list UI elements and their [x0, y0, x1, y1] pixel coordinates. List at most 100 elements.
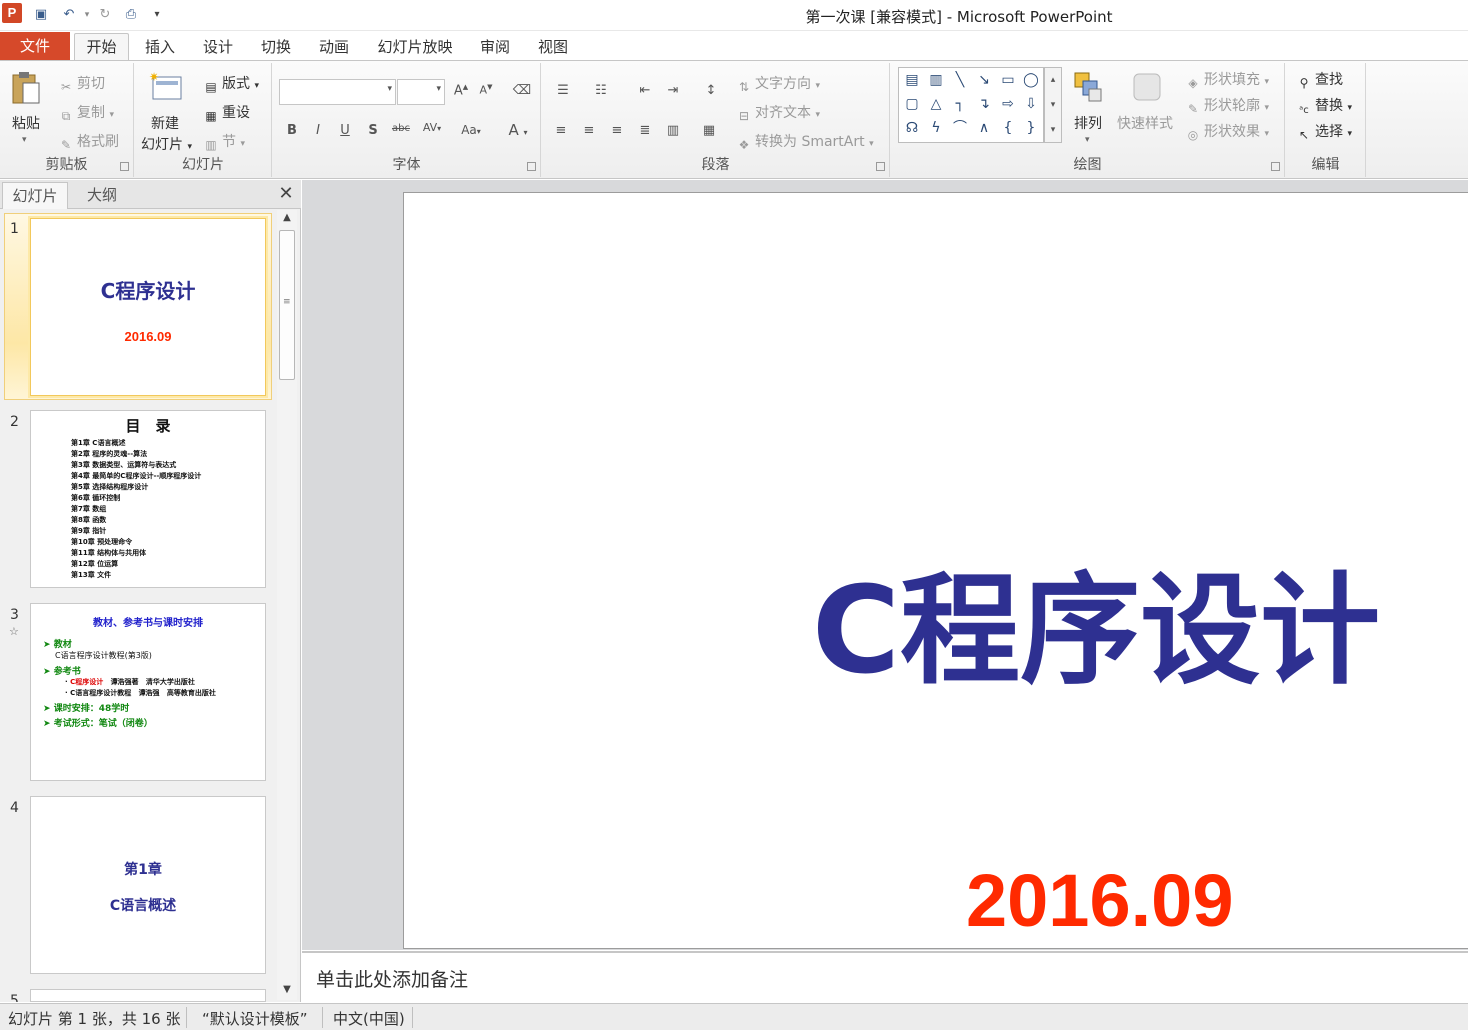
- paste-dropdown-icon[interactable]: ▾: [22, 135, 27, 145]
- tab-slides[interactable]: 幻灯片: [2, 182, 68, 209]
- gallery-more-icon[interactable]: ▾: [1045, 118, 1061, 142]
- bold-icon[interactable]: B: [281, 123, 303, 138]
- left-brace-shape-icon[interactable]: {: [998, 118, 1018, 138]
- tab-file[interactable]: 文件: [0, 32, 70, 61]
- arrow-line-shape-icon[interactable]: ↘: [974, 70, 994, 90]
- tab-review[interactable]: 审阅: [473, 34, 517, 61]
- paste-button[interactable]: 粘贴: [12, 113, 40, 133]
- elbow-connector-shape-icon[interactable]: ┐: [950, 94, 970, 114]
- gallery-down-icon[interactable]: ▾: [1045, 93, 1061, 118]
- find-button[interactable]: ⚲ 查找: [1296, 69, 1343, 91]
- shrink-font-icon[interactable]: A▼: [475, 83, 497, 97]
- smartart-button[interactable]: ❖ 转换为 SmartArt ▾: [736, 131, 874, 153]
- scroll-thumb[interactable]: ≡: [279, 230, 295, 380]
- font-color-icon[interactable]: A ▾: [503, 121, 533, 139]
- shape-effects-button[interactable]: ◎ 形状效果 ▾: [1185, 121, 1269, 143]
- grow-font-icon[interactable]: A▲: [450, 83, 472, 98]
- tab-insert[interactable]: 插入: [138, 34, 182, 61]
- font-launcher-icon[interactable]: [527, 162, 536, 171]
- drawing-launcher-icon[interactable]: [1271, 162, 1280, 171]
- curve-shape-icon[interactable]: ∧: [974, 118, 994, 138]
- char-spacing-icon[interactable]: AV▾: [421, 121, 443, 134]
- slide-canvas[interactable]: C程序设计 2016.09: [403, 192, 1468, 949]
- elbow-arrow-shape-icon[interactable]: ↴: [974, 94, 994, 114]
- slide-thumbnail-5[interactable]: [30, 989, 266, 1002]
- shape-fill-button[interactable]: ◈ 形状填充 ▾: [1185, 69, 1269, 91]
- align-left-icon[interactable]: ≡: [550, 123, 572, 141]
- notes-placeholder[interactable]: 单击此处添加备注: [316, 965, 468, 992]
- change-case-icon[interactable]: Aa▾: [456, 123, 486, 137]
- scroll-up-icon[interactable]: ▲: [277, 212, 297, 228]
- close-icon[interactable]: ✕: [276, 183, 296, 205]
- new-slide-button-line2[interactable]: 幻灯片 ▾: [141, 134, 192, 154]
- arrange-button[interactable]: 排列: [1074, 113, 1102, 133]
- section-button[interactable]: ▥ 节 ▾: [203, 131, 245, 153]
- quick-styles-button[interactable]: 快速样式: [1117, 113, 1173, 133]
- gallery-up-icon[interactable]: ▴: [1045, 68, 1061, 93]
- strikethrough-icon[interactable]: abc: [390, 123, 412, 134]
- shape-gallery[interactable]: ▤ ▥ ╲ ↘ ▭ ◯ ▢ △ ┐ ↴ ⇨ ⇩ ☊ ϟ ⌒ ∧ { }: [898, 67, 1044, 143]
- down-arrow-shape-icon[interactable]: ⇩: [1021, 94, 1041, 114]
- numbering-icon[interactable]: ☷: [590, 83, 612, 101]
- theme-name[interactable]: “默认设计模板”: [202, 1008, 308, 1029]
- align-text-button[interactable]: ⊟ 对齐文本 ▾: [736, 102, 820, 124]
- scribble-shape-icon[interactable]: ϟ: [926, 118, 946, 138]
- slide-thumbnail-2[interactable]: 目 录 第1章 C语言概述 第2章 程序的灵魂--算法 第3章 数据类型、运算符…: [30, 410, 266, 588]
- justify-icon[interactable]: ≣: [634, 123, 656, 141]
- tab-view[interactable]: 视图: [531, 34, 575, 61]
- shadow-icon[interactable]: S: [362, 123, 384, 138]
- language[interactable]: 中文(中国): [333, 1008, 405, 1029]
- font-name-combo[interactable]: ▾: [279, 79, 396, 105]
- vertical-textbox-shape-icon[interactable]: ▥: [926, 70, 946, 90]
- slide-thumbnail-3[interactable]: 教材、参考书与课时安排 ➤ 教材 C语言程序设计教程(第3版) ➤ 参考书 · …: [30, 603, 266, 781]
- triangle-shape-icon[interactable]: △: [926, 94, 946, 114]
- paragraph-launcher-icon[interactable]: [876, 162, 885, 171]
- select-button[interactable]: ↖ 选择 ▾: [1296, 121, 1352, 143]
- line-shape-icon[interactable]: ╲: [950, 70, 970, 90]
- oval-shape-icon[interactable]: ◯: [1021, 70, 1041, 90]
- right-brace-shape-icon[interactable]: }: [1021, 118, 1041, 138]
- font-size-combo[interactable]: ▾: [397, 79, 445, 105]
- text-direction-button[interactable]: ⇅ 文字方向 ▾: [736, 73, 820, 95]
- distribute-icon[interactable]: ▥: [662, 123, 684, 141]
- shape-outline-button[interactable]: ✎ 形状轮廓 ▾: [1185, 95, 1269, 117]
- reset-button[interactable]: ▦ 重设: [203, 102, 250, 124]
- copy-button[interactable]: ⧉ 复制 ▾: [58, 102, 114, 124]
- tab-transitions[interactable]: 切换: [254, 34, 298, 61]
- replace-button[interactable]: ᵃc 替换 ▾: [1296, 95, 1352, 119]
- right-arrow-shape-icon[interactable]: ⇨: [998, 94, 1018, 114]
- slide-title[interactable]: C程序设计: [812, 533, 1432, 707]
- line-spacing-icon[interactable]: ↕: [700, 83, 722, 101]
- layout-button[interactable]: ▤ 版式 ▾: [203, 73, 259, 95]
- arrange-dropdown-icon[interactable]: ▾: [1085, 135, 1090, 145]
- new-slide-button[interactable]: 新建: [151, 113, 179, 133]
- columns-icon[interactable]: ▦: [698, 123, 720, 141]
- slide-date[interactable]: 2016.09: [966, 858, 1234, 943]
- slide-thumbnail-4[interactable]: 第1章 C语言概述: [30, 796, 266, 974]
- notes-pane[interactable]: 单击此处添加备注: [302, 951, 1468, 1002]
- freeform-shape-icon[interactable]: ☊: [902, 118, 922, 138]
- clipboard-launcher-icon[interactable]: [120, 162, 129, 171]
- tab-slideshow[interactable]: 幻灯片放映: [370, 34, 460, 61]
- format-painter-button[interactable]: ✎ 格式刷: [58, 131, 119, 153]
- tab-animations[interactable]: 动画: [312, 34, 356, 61]
- decrease-indent-icon[interactable]: ⇤: [634, 83, 656, 101]
- italic-icon[interactable]: I: [307, 123, 329, 138]
- tab-home[interactable]: 开始: [74, 33, 129, 62]
- scroll-down-icon[interactable]: ▼: [277, 984, 297, 1000]
- arc-shape-icon[interactable]: ⌒: [950, 118, 970, 138]
- pane-scrollbar[interactable]: ▲ ≡ ▼: [277, 210, 297, 1000]
- align-center-icon[interactable]: ≡: [578, 123, 600, 141]
- bullets-icon[interactable]: ☰: [552, 83, 574, 101]
- textbox-shape-icon[interactable]: ▤: [902, 70, 922, 90]
- clear-format-icon[interactable]: ⌫: [511, 83, 533, 98]
- tab-outline[interactable]: 大纲: [70, 182, 134, 209]
- rectangle-shape-icon[interactable]: ▭: [998, 70, 1018, 90]
- gallery-scroll[interactable]: ▴ ▾ ▾: [1044, 67, 1062, 143]
- tab-design[interactable]: 设计: [196, 34, 240, 61]
- rounded-rect-shape-icon[interactable]: ▢: [902, 94, 922, 114]
- align-right-icon[interactable]: ≡: [606, 123, 628, 141]
- underline-icon[interactable]: U: [334, 123, 356, 138]
- increase-indent-icon[interactable]: ⇥: [662, 83, 684, 101]
- slide-thumbnail-1[interactable]: C程序设计 2016.09: [30, 218, 266, 396]
